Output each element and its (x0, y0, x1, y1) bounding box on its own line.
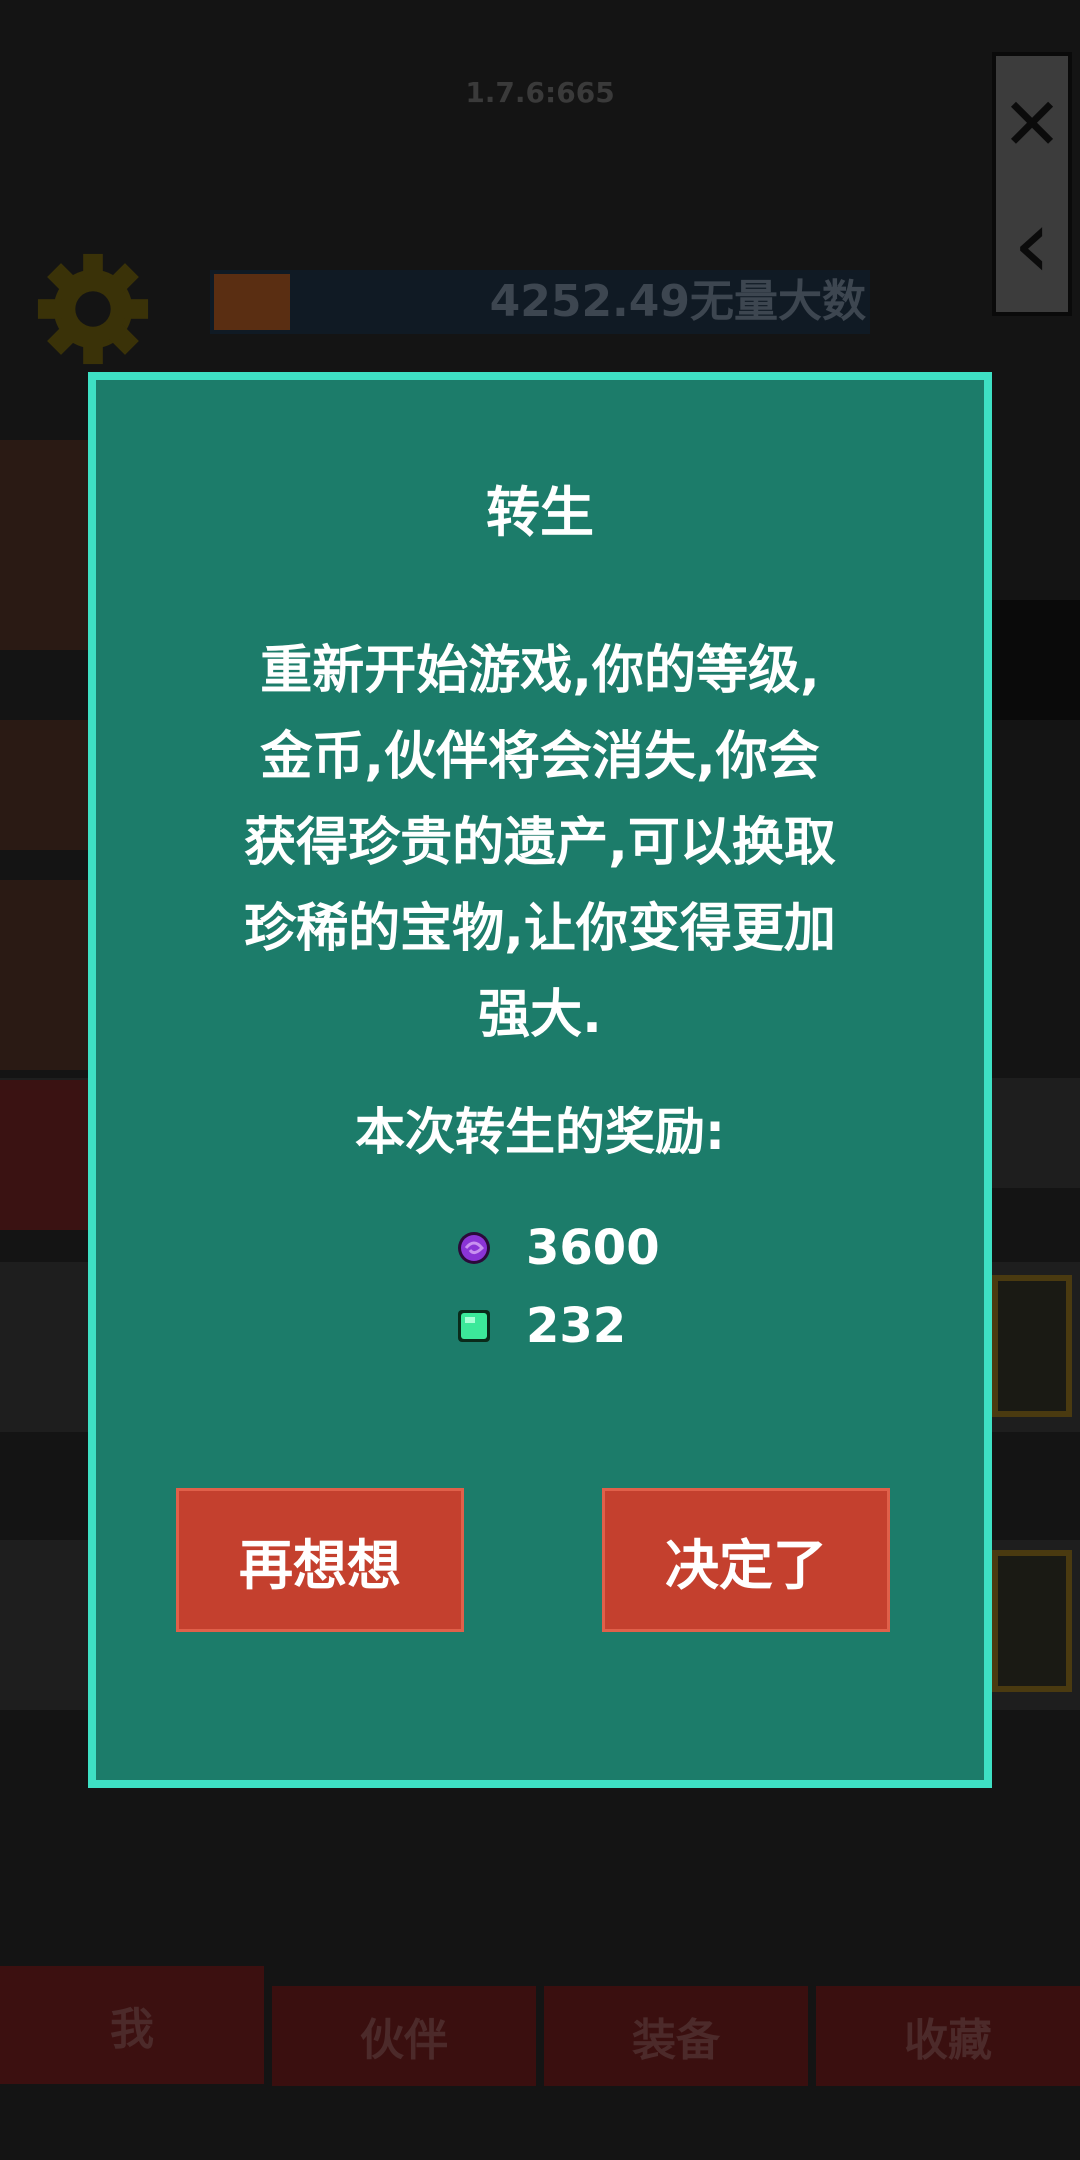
chevron-left-icon: ‹ (1012, 188, 1052, 300)
upgrade-button-1[interactable] (992, 1275, 1072, 1417)
currency-bar-fill (214, 274, 290, 330)
side-panel: ✕ ‹ (992, 52, 1072, 316)
version-label: 1.7.6:665 (465, 76, 615, 109)
dialog-title: 转生 (486, 481, 594, 544)
message-line: 珍稀的宝物,让你变得更加 (244, 899, 836, 959)
rebirth-dialog: 转生 重新开始游戏,你的等级, 金币,伙伴将会消失,你会 获得珍贵的遗产,可以换… (88, 372, 992, 1788)
reward-row-gem: 232 (456, 1296, 626, 1356)
side-banner (992, 600, 1080, 720)
back-button[interactable]: ‹ (996, 184, 1068, 304)
purple-orb-icon (458, 1232, 490, 1264)
gear-icon[interactable] (34, 250, 152, 368)
confirm-button[interactable]: 决定了 (602, 1488, 890, 1632)
message-line: 重新开始游戏,你的等级, (260, 641, 820, 701)
close-button[interactable]: ✕ (996, 64, 1068, 184)
dialog-message: 重新开始游戏,你的等级, 金币,伙伴将会消失,你会 获得珍贵的遗产,可以换取 珍… (186, 628, 894, 1058)
nav-tab-equipment[interactable]: 装备 (544, 1986, 808, 2086)
close-icon: ✕ (1001, 82, 1063, 166)
green-gem-icon (458, 1310, 490, 1342)
currency-amount: 4252.49无量大数 (489, 276, 866, 327)
reward-value-gem: 232 (526, 1298, 627, 1354)
reward-row-orb: 3600 (456, 1218, 660, 1278)
nav-tab-collection[interactable]: 收藏 (816, 1986, 1080, 2086)
message-line: 金币,伙伴将会消失,你会 (260, 727, 820, 787)
nav-tab-me[interactable]: 我 (0, 1966, 264, 2084)
reward-value-orb: 3600 (526, 1220, 660, 1276)
sword-skill-icon[interactable] (0, 1080, 88, 1230)
hero-character (0, 440, 88, 650)
upgrade-button-2[interactable] (992, 1550, 1072, 1692)
partner-character (0, 720, 88, 850)
message-line: 获得珍贵的遗产,可以换取 (244, 813, 836, 873)
message-line: 强大. (478, 985, 602, 1045)
chef-character (0, 880, 88, 1070)
cancel-button[interactable]: 再想想 (176, 1488, 464, 1632)
reward-heading: 本次转生的奖励: (355, 1103, 725, 1161)
nav-tab-partners[interactable]: 伙伴 (272, 1986, 536, 2086)
